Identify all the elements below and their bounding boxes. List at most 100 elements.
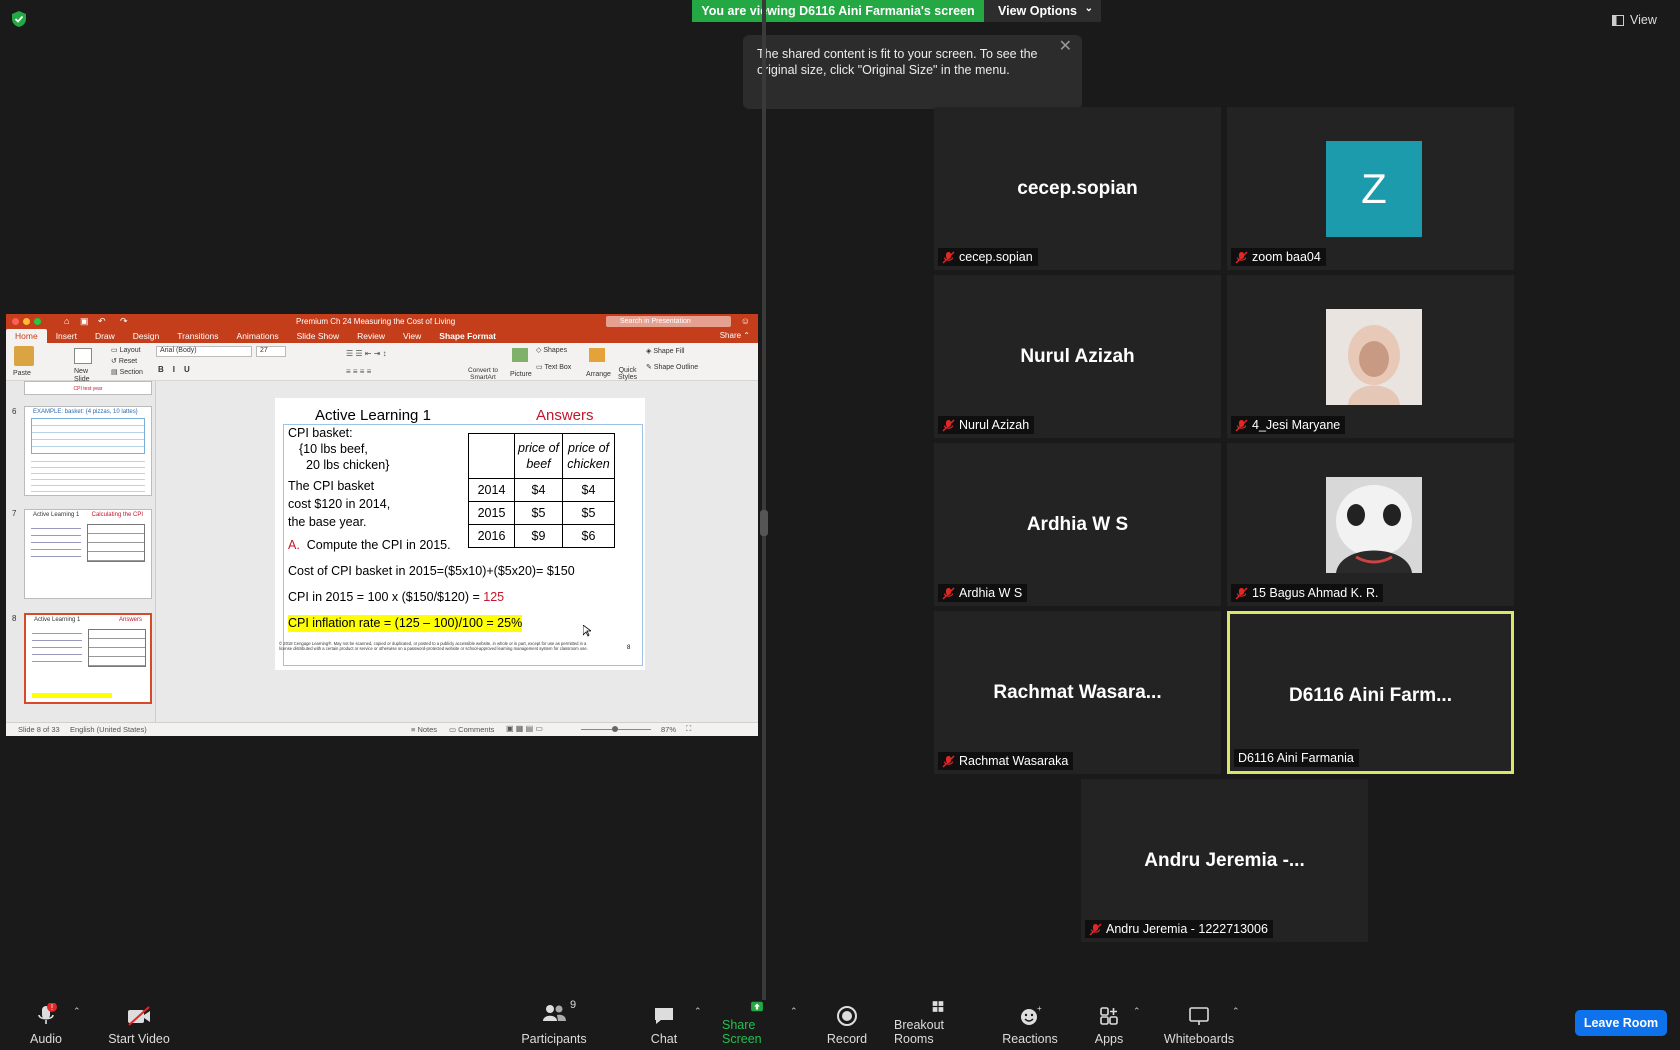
participant-tile[interactable]: Zzoom baa04 bbox=[1227, 107, 1514, 270]
basket-line: The CPI basket bbox=[288, 479, 375, 493]
thumb-number: 7 bbox=[12, 509, 17, 518]
reactions-label: Reactions bbox=[1002, 1032, 1058, 1046]
paste-label: Paste bbox=[13, 370, 31, 377]
slide-thumbnail-8[interactable]: Active Learning 1 Answers bbox=[24, 613, 152, 704]
split-divider[interactable] bbox=[762, 0, 766, 1000]
paste-icon[interactable] bbox=[14, 346, 34, 366]
ribbon-tab[interactable]: Design bbox=[124, 329, 168, 343]
save-icon[interactable]: ▣ bbox=[80, 316, 89, 327]
participant-tile[interactable]: Ardhia W S Ardhia W S bbox=[934, 443, 1221, 606]
ribbon-tab[interactable]: Slide Show bbox=[288, 329, 349, 343]
close-icon[interactable]: ✕ bbox=[1059, 39, 1072, 55]
ribbon-tab[interactable]: View bbox=[394, 329, 430, 343]
view-button[interactable]: View bbox=[1612, 8, 1670, 32]
participant-tile[interactable]: cecep.sopian cecep.sopian bbox=[934, 107, 1221, 270]
chat-button[interactable]: Chat bbox=[649, 1000, 679, 1050]
view-label: View bbox=[1630, 13, 1657, 27]
leave-room-button[interactable]: Leave Room bbox=[1575, 1010, 1667, 1036]
slide-title: Active Learning 1 bbox=[315, 407, 431, 424]
chat-label: Chat bbox=[650, 1032, 678, 1046]
basket-line: {10 lbs beef, bbox=[299, 442, 368, 456]
thumb-title: Active Learning 1 bbox=[33, 512, 80, 518]
divider-handle[interactable] bbox=[760, 510, 768, 536]
window-controls[interactable] bbox=[12, 318, 41, 325]
slide-thumbnail-5[interactable]: CPI test year bbox=[24, 381, 152, 395]
muted-microphone-icon bbox=[1089, 923, 1102, 935]
shapes-button[interactable]: ◇ Shapes bbox=[536, 346, 567, 354]
font-size-select[interactable]: 27 bbox=[256, 346, 286, 357]
record-button[interactable]: Record bbox=[826, 1000, 868, 1050]
layout-button[interactable]: ▭ Layout bbox=[111, 346, 141, 354]
table-row: 2016 $9 $6 bbox=[468, 524, 615, 548]
ribbon-tab[interactable]: Shape Format bbox=[430, 329, 505, 343]
shape-fill-button[interactable]: ◈ Shape Fill bbox=[646, 347, 684, 355]
slide-thumbnail-7[interactable]: Active Learning 1 Calculating the CPI bbox=[24, 509, 152, 599]
convert-smartart-label[interactable]: Convert to SmartArt bbox=[468, 367, 498, 381]
feedback-icon[interactable]: ☺ bbox=[741, 316, 750, 326]
encryption-shield-icon[interactable] bbox=[10, 10, 28, 28]
audio-button[interactable]: ! Audio bbox=[26, 1000, 66, 1050]
breakout-rooms-label: Breakout Rooms bbox=[894, 1018, 945, 1046]
font-select[interactable]: Arial (Body) bbox=[156, 346, 252, 357]
apps-button[interactable]: Apps bbox=[1094, 1000, 1124, 1050]
breakout-rooms-button[interactable]: Breakout Rooms bbox=[894, 1000, 982, 1050]
notes-button[interactable]: ≡ Notes bbox=[411, 725, 437, 734]
participants-button[interactable]: 9 Participants bbox=[521, 999, 586, 1050]
share-screen-button[interactable]: Share Screen bbox=[722, 1000, 792, 1050]
chat-options-caret[interactable]: ⌃ bbox=[694, 1006, 702, 1017]
participant-name-label: Rachmat Wasaraka bbox=[938, 752, 1074, 770]
participant-tile[interactable]: Rachmat Wasara... Rachmat Wasaraka bbox=[934, 611, 1221, 774]
view-options-button[interactable]: View Options ⌄ bbox=[984, 0, 1101, 22]
reactions-icon: + bbox=[1021, 1005, 1042, 1025]
ribbon-tab[interactable]: Review bbox=[348, 329, 394, 343]
svg-text:+: + bbox=[1037, 1005, 1042, 1013]
view-mode-buttons[interactable]: ▣ ▦ ▤ ▭ bbox=[506, 724, 543, 733]
start-video-button[interactable]: Start Video bbox=[101, 1000, 177, 1050]
quick-styles-label[interactable]: Quick Styles bbox=[618, 367, 637, 381]
undo-icon[interactable]: ↶ bbox=[98, 316, 106, 327]
comments-label: Comments bbox=[458, 725, 495, 734]
whiteboards-button[interactable]: Whiteboards bbox=[1163, 1000, 1235, 1050]
font-format-buttons[interactable]: BIU bbox=[158, 365, 199, 374]
slide-thumbnails-pane[interactable]: CPI test year 6 EXAMPLE: basket: {4 pizz… bbox=[6, 381, 156, 722]
slide-thumbnail-6[interactable]: EXAMPLE: basket: {4 pizzas, 10 lattes} bbox=[24, 406, 152, 496]
participant-tile[interactable]: 15 Bagus Ahmad K. R. bbox=[1227, 443, 1514, 606]
ribbon-tab[interactable]: Home bbox=[6, 329, 47, 343]
ribbon-tab[interactable]: Animations bbox=[228, 329, 288, 343]
ribbon-tab[interactable]: Draw bbox=[86, 329, 124, 343]
ribbon-tab[interactable]: Transitions bbox=[168, 329, 227, 343]
whiteboards-options-caret[interactable]: ⌃ bbox=[1232, 1006, 1240, 1017]
apps-options-caret[interactable]: ⌃ bbox=[1133, 1006, 1141, 1017]
arrange-icon[interactable] bbox=[589, 348, 605, 362]
participant-tile[interactable]: Nurul Azizah Nurul Azizah bbox=[934, 275, 1221, 438]
participant-tile[interactable]: Andru Jeremia -... Andru Jeremia - 122271… bbox=[1081, 779, 1368, 942]
picture-icon[interactable] bbox=[512, 348, 528, 362]
comments-button[interactable]: ▭ Comments bbox=[449, 725, 494, 734]
whiteboard-icon bbox=[1189, 1007, 1209, 1025]
new-slide-icon[interactable] bbox=[74, 348, 92, 364]
participant-name-label: 4_Jesi Maryane bbox=[1231, 416, 1346, 434]
share-options-caret[interactable]: ⌃ bbox=[790, 1006, 798, 1017]
home-icon[interactable]: ⌂ bbox=[64, 316, 69, 326]
shape-outline-button[interactable]: ✎ Shape Outline bbox=[646, 363, 698, 371]
reactions-button[interactable]: + Reactions bbox=[1001, 1000, 1059, 1050]
apps-label: Apps bbox=[1094, 1032, 1124, 1046]
participant-tile[interactable]: 4_Jesi Maryane bbox=[1227, 275, 1514, 438]
redo-icon[interactable]: ↷ bbox=[120, 316, 128, 327]
fit-slide-icon[interactable]: ⛶ bbox=[686, 724, 691, 734]
section-button[interactable]: ▤ Section bbox=[111, 368, 143, 376]
record-icon bbox=[837, 1006, 857, 1026]
share-button[interactable]: Share ⌃ bbox=[720, 331, 750, 340]
ribbon-tab[interactable]: Insert bbox=[47, 329, 86, 343]
zoom-slider-thumb[interactable] bbox=[612, 726, 618, 732]
reset-button[interactable]: ↺ Reset bbox=[111, 357, 137, 365]
align-buttons[interactable]: ≡ ≡ ≡ ≡ bbox=[346, 367, 371, 376]
start-video-label: Start Video bbox=[108, 1032, 170, 1046]
audio-options-caret[interactable]: ⌃ bbox=[73, 1006, 81, 1017]
participant-tile[interactable]: D6116 Aini Farm... D6116 Aini Farmania bbox=[1227, 611, 1514, 774]
current-slide[interactable]: Active Learning 1 Answers CPI basket: {1… bbox=[275, 398, 645, 670]
ppt-search-input[interactable]: Search in Presentation bbox=[606, 316, 731, 327]
text-box-button[interactable]: ▭ Text Box bbox=[536, 363, 571, 371]
participant-name: 4_Jesi Maryane bbox=[1252, 418, 1341, 432]
list-buttons[interactable]: ☰ ☰ ⇤ ⇥ ↕ bbox=[346, 349, 387, 358]
